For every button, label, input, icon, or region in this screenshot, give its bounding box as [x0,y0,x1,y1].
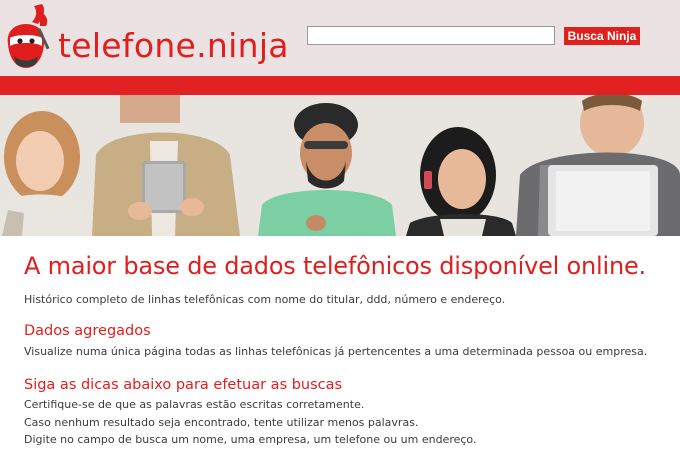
ninja-mascot-icon[interactable] [2,2,52,72]
section-title-aggregated-data: Dados agregados [24,323,151,339]
section-title-search-tips: Siga as dicas abaixo para efetuar as bus… [24,377,343,393]
main-content: A maior base de dados telefônicos dispon… [24,236,664,449]
hero-banner-image [0,95,680,236]
search-input[interactable] [307,26,555,45]
site-logo-text[interactable]: telefone.ninja [58,26,289,65]
list-item: Digite no campo de busca um nome, uma em… [24,433,477,446]
red-divider-bar [0,76,680,95]
section-text-aggregated-data: Visualize numa única página todas as lin… [24,345,648,358]
site-header: telefone.ninja Busca Ninja [0,0,680,76]
list-item: Certifique-se de que as palavras estão e… [24,398,365,411]
intro-text: Histórico completo de linhas telefônicas… [24,293,506,306]
list-item: Caso nenhum resultado seja encontrado, t… [24,415,419,429]
search-button[interactable]: Busca Ninja [564,27,640,45]
page-headline: A maior base de dados telefônicos dispon… [24,252,646,280]
search-tips-list: Certifique-se de que as palavras estão e… [24,396,664,449]
banner-illustration [0,95,680,236]
